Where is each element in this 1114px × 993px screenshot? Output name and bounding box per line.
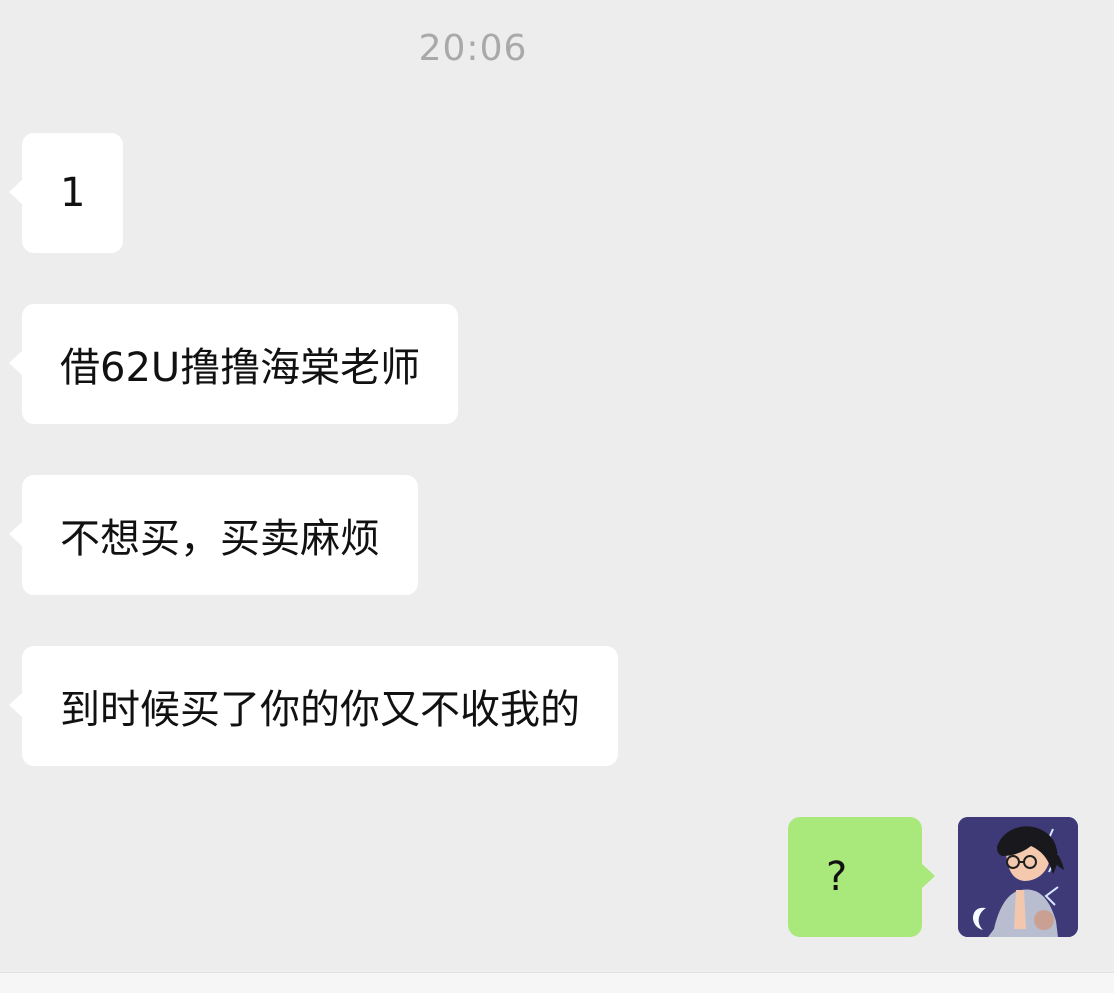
avatar-illustration-icon [958,817,1078,937]
incoming-message-bubble[interactable]: 不想买，买卖麻烦 [9,475,418,595]
incoming-message-bubble[interactable]: 借62U撸撸海棠老师 [8,304,459,424]
input-bar-edge [0,972,1114,993]
incoming-message-bubble[interactable]: 到时候买了你的你又不收我的 [9,646,618,766]
message-text: 不想买，买卖麻烦 [60,516,380,562]
chat-screen: 20:06 1 借62U撸撸海棠老师 不想买，买卖麻烦 到时候买了你的你又不收我… [0,0,1114,993]
message-text: ? [826,854,848,900]
outgoing-message-bubble[interactable]: ? [788,817,935,937]
incoming-message-bubble[interactable]: 1 [8,133,124,253]
message-timestamp: 20:06 [418,28,528,69]
message-text: 到时候买了你的你又不收我的 [60,687,580,733]
message-text: 1 [60,170,86,216]
message-text: 借62U撸撸海棠老师 [60,345,421,391]
user-avatar[interactable] [958,817,1078,937]
